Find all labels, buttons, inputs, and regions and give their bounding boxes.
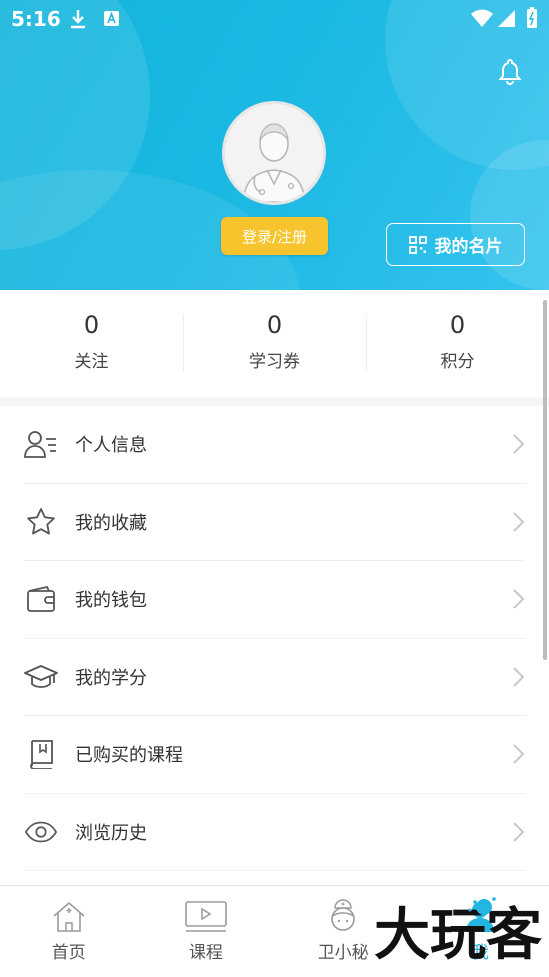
chevron-right-icon: [513, 589, 525, 609]
menu-item-credits[interactable]: 我的学分: [24, 639, 525, 716]
wifi-icon: [471, 9, 493, 27]
tab-label: 课程: [188, 943, 223, 963]
home-icon: [53, 901, 85, 932]
profile-header: 5:16 登录/注册 我的名片: [0, 0, 549, 290]
status-time: 5:16: [11, 7, 61, 31]
chevron-right-icon: [513, 512, 525, 532]
wallet-icon: [24, 582, 58, 616]
my-card-button[interactable]: 我的名片: [386, 223, 525, 266]
download-icon: [71, 10, 85, 29]
eye-icon: [24, 815, 58, 849]
menu-item-label: 浏览历史: [75, 822, 147, 844]
scrollbar[interactable]: [543, 300, 547, 660]
stats-row: 0 关注 0 学习券 0 积分: [0, 290, 549, 397]
menu-item-wallet[interactable]: 我的钱包: [24, 561, 525, 639]
stat-points[interactable]: 0 积分: [366, 290, 549, 397]
signal-icon: [498, 10, 515, 27]
stat-following[interactable]: 0 关注: [0, 290, 183, 397]
nurse-icon: [331, 899, 355, 931]
stat-label: 学习券: [249, 352, 300, 372]
menu-item-label: 已购买的课程: [75, 745, 183, 767]
stat-label: 积分: [440, 352, 475, 372]
doctor-avatar-icon: [225, 104, 323, 202]
person-list-icon: [24, 427, 58, 461]
chevron-right-icon: [513, 667, 525, 687]
chevron-right-icon: [513, 434, 525, 454]
tab-courses[interactable]: 课程: [137, 886, 274, 977]
stat-label: 关注: [74, 352, 109, 372]
menu-item-label: 我的钱包: [75, 590, 147, 612]
star-icon: [24, 505, 58, 539]
tab-label: 卫小秘: [317, 943, 369, 963]
menu-item-browsing-history[interactable]: 浏览历史: [24, 794, 525, 871]
bell-icon[interactable]: [496, 57, 524, 85]
watermark-logo: 大玩客: [374, 897, 542, 966]
login-register-button[interactable]: 登录/注册: [221, 217, 328, 255]
stat-value: 0: [83, 311, 100, 339]
menu-item-profile-info[interactable]: 个人信息: [24, 406, 525, 484]
tab-label: 首页: [51, 943, 86, 963]
book-icon: [24, 737, 58, 771]
menu-list: 个人信息 我的收藏 我的钱包 我的学分 已购买的课程 浏览历史: [0, 406, 549, 888]
avatar[interactable]: [222, 101, 326, 205]
battery-icon: [527, 7, 537, 28]
stat-value: 0: [266, 311, 283, 339]
menu-item-purchased-courses[interactable]: 已购买的课程: [24, 716, 525, 794]
app-notification-icon: [104, 11, 119, 26]
video-icon: [185, 901, 227, 932]
menu-item-favorites[interactable]: 我的收藏: [24, 484, 525, 561]
chevron-right-icon: [513, 744, 525, 764]
my-card-label: 我的名片: [434, 237, 503, 257]
watermark-text: 大玩客: [374, 903, 542, 966]
graduation-cap-icon: [24, 660, 58, 694]
status-bar: 5:16: [0, 0, 549, 38]
menu-item-label: 我的收藏: [75, 512, 147, 534]
stat-coupons[interactable]: 0 学习券: [183, 290, 366, 397]
stat-value: 0: [449, 311, 466, 339]
qr-code-icon: [408, 235, 427, 254]
menu-item-label: 我的学分: [75, 667, 147, 689]
tab-home[interactable]: 首页: [0, 886, 137, 977]
menu-item-label: 个人信息: [75, 435, 147, 457]
chevron-right-icon: [513, 822, 525, 842]
